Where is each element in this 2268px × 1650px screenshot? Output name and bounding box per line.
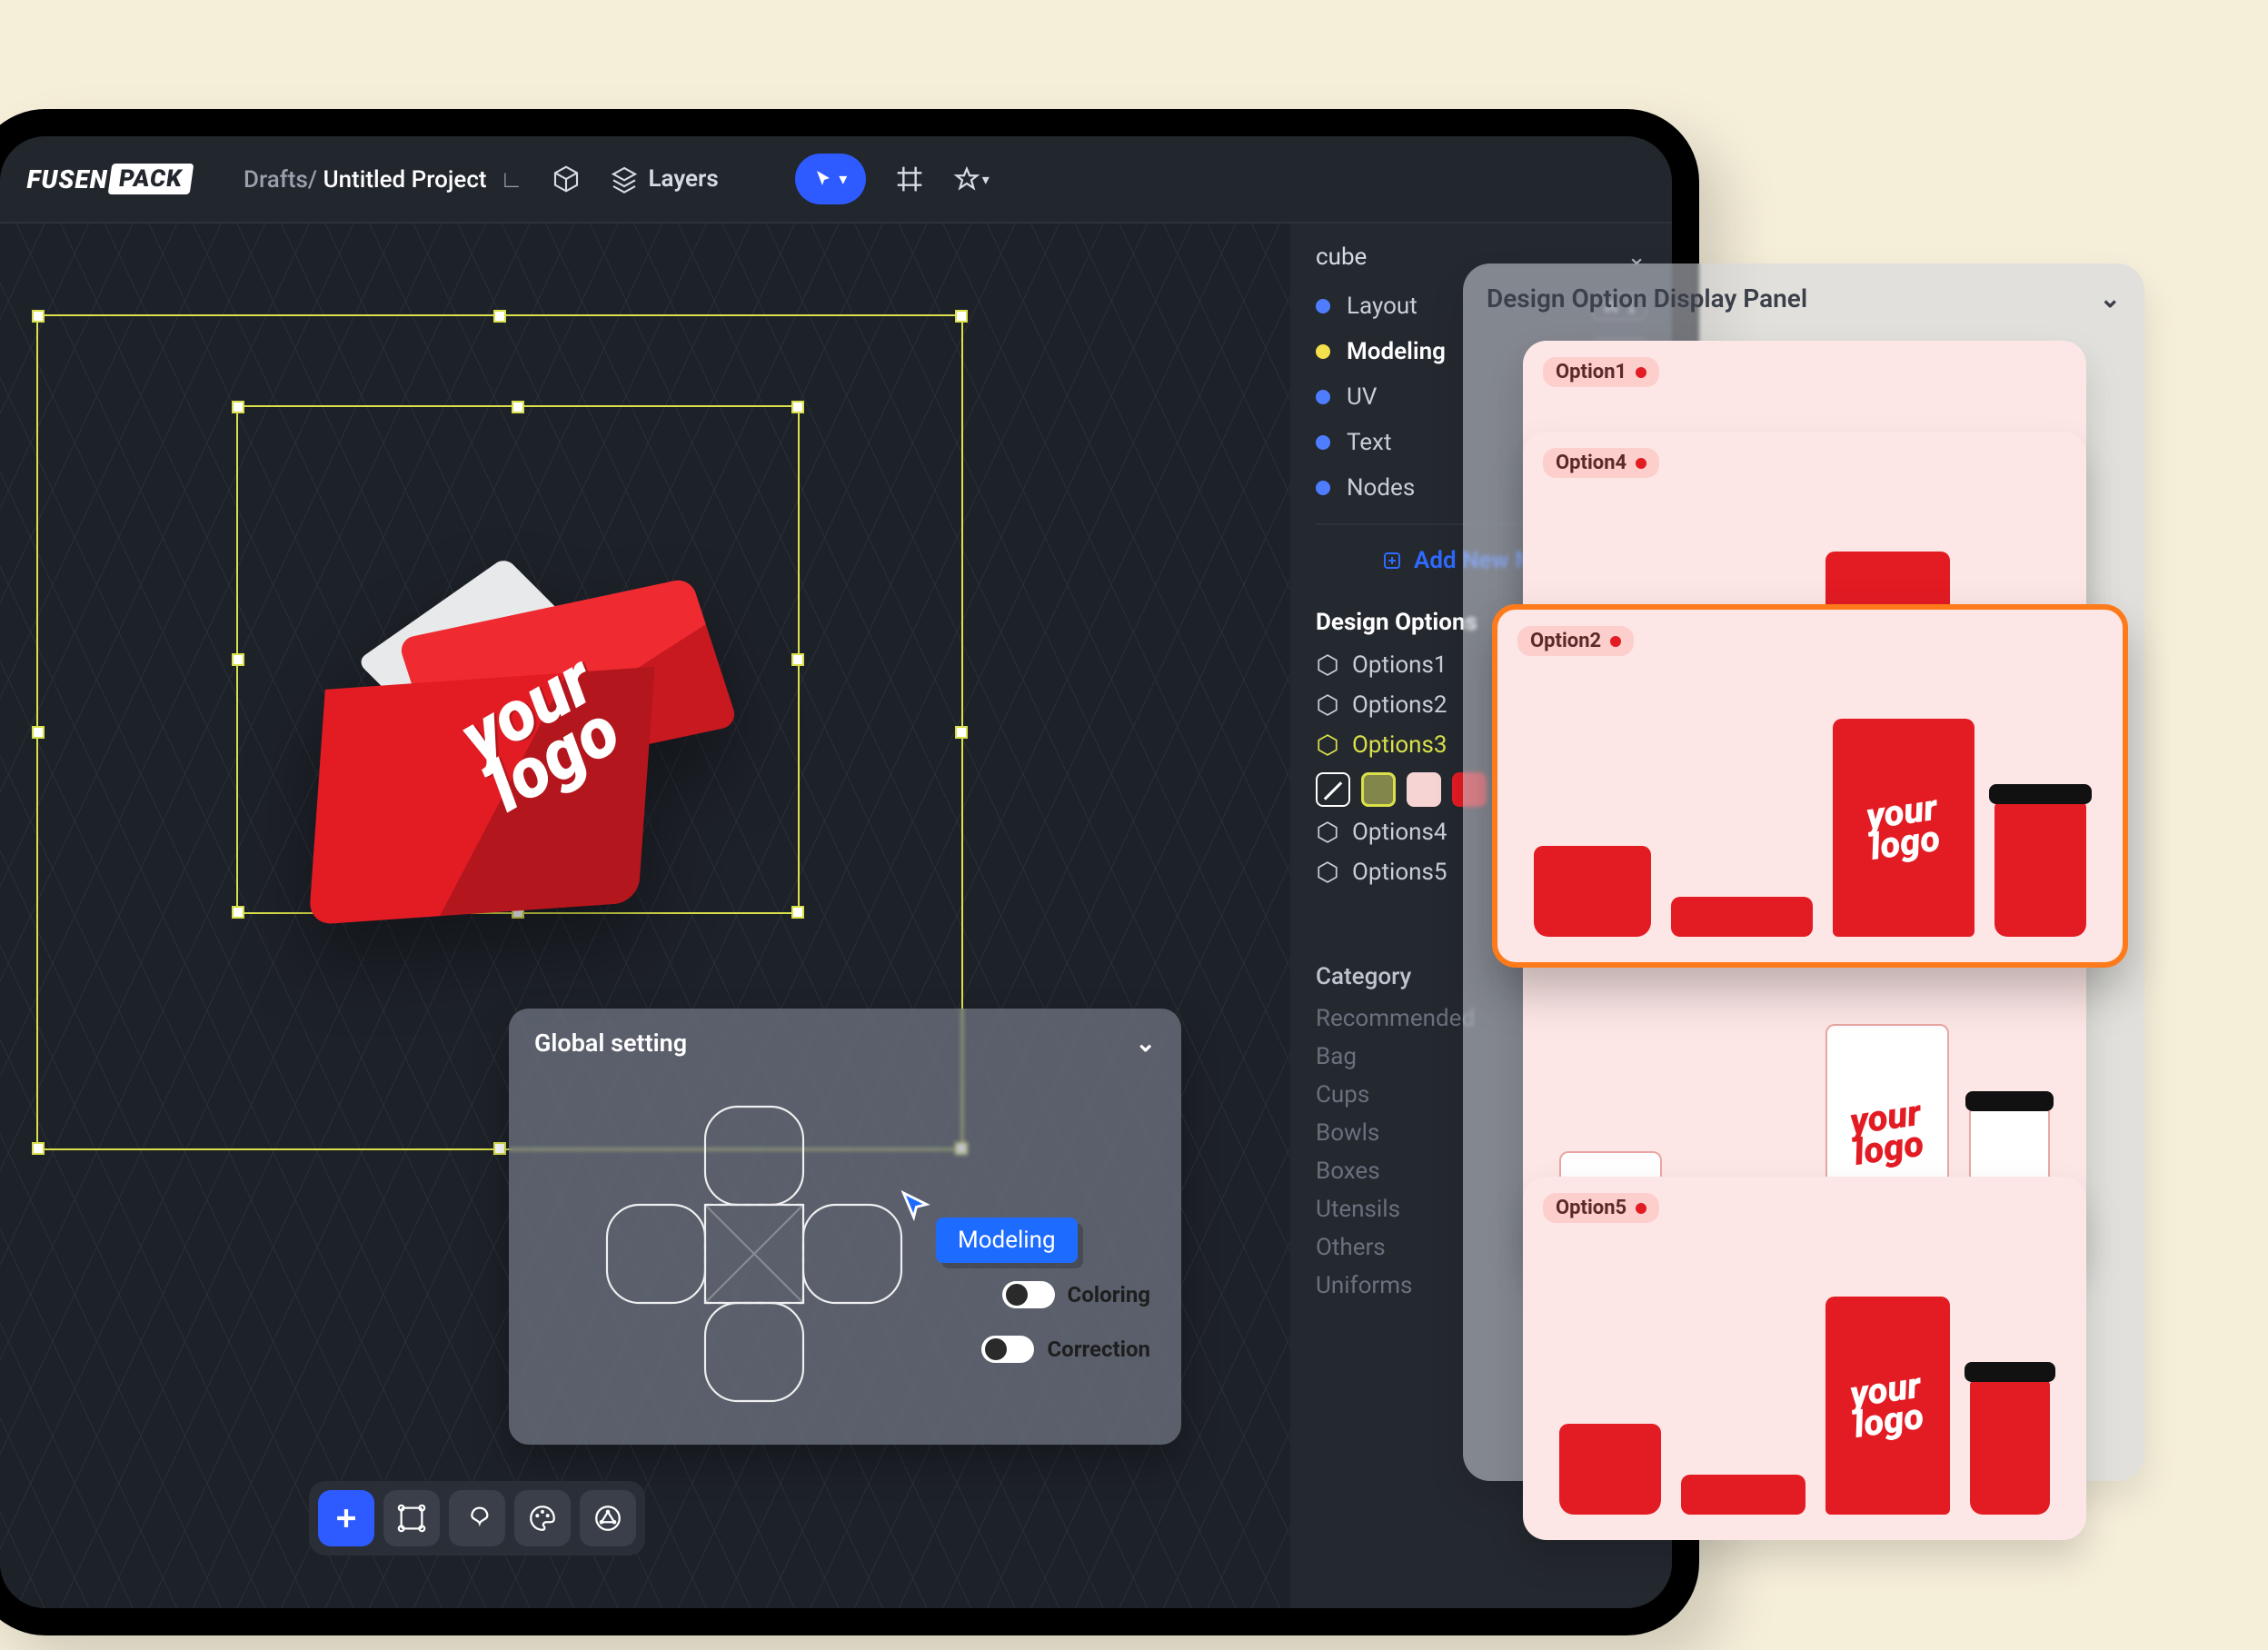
design-card-option2[interactable]: Option2 yourlogo: [1492, 604, 2128, 968]
layer-color-dot: [1316, 344, 1330, 359]
app-screen: FUSENPACK Drafts/ Untitled Project ∟ Lay…: [0, 136, 1672, 1608]
top-bar: FUSENPACK Drafts/ Untitled Project ∟ Lay…: [0, 136, 1672, 224]
swatch[interactable]: [1407, 772, 1441, 807]
card-tag: Option5: [1543, 1193, 1659, 1223]
chevron-down-icon[interactable]: ⌄: [2100, 283, 2121, 313]
unfold-diagram: [591, 1090, 918, 1417]
swatch[interactable]: [1361, 772, 1396, 807]
layers-label: Layers: [648, 165, 718, 193]
global-setting-panel[interactable]: Global setting ⌄ Modeling: [509, 1009, 1181, 1445]
add-tool-button[interactable]: [318, 1490, 374, 1546]
swatch[interactable]: [1316, 772, 1350, 807]
dop-title: Design Option Display Panel: [1487, 283, 1807, 313]
card-tag: Option4: [1543, 448, 1659, 478]
object-name[interactable]: cube: [1316, 244, 1367, 271]
cursor-tool-button[interactable]: ▾: [795, 154, 866, 204]
card-mock-content: yourlogo: [1559, 1297, 2050, 1515]
layers-button[interactable]: Layers: [610, 164, 718, 194]
breadcrumb-current: Untitled Project: [323, 166, 487, 194]
chevron-down-icon: ▾: [982, 171, 990, 188]
card-tag: Option2: [1517, 626, 1634, 656]
brush-tool-button[interactable]: [449, 1490, 505, 1546]
breadcrumb-root: Drafts/: [244, 166, 317, 194]
chevron-down-icon[interactable]: ⌄: [1135, 1029, 1156, 1058]
design-option-display-panel[interactable]: Design Option Display Panel ⌄ Option1 yo…: [1463, 263, 2144, 1481]
model-preview-box[interactable]: yourlogo: [291, 569, 745, 950]
app-logo: FUSENPACK: [0, 164, 218, 194]
breadcrumb[interactable]: Drafts/ Untitled Project ∟: [244, 165, 522, 194]
toggle-correction[interactable]: Correction: [981, 1336, 1150, 1363]
cursor-icon: [900, 1190, 930, 1221]
viewport-toolbar: [309, 1481, 645, 1556]
tooltip-modeling: Modeling: [936, 1218, 1078, 1263]
layer-color-dot: [1316, 481, 1330, 495]
rename-icon[interactable]: ∟: [500, 166, 522, 194]
shape-tool-button[interactable]: [383, 1490, 440, 1546]
tablet-frame: FUSENPACK Drafts/ Untitled Project ∟ Lay…: [0, 109, 1699, 1635]
chevron-down-icon: ▾: [839, 170, 847, 189]
node-tool-button[interactable]: [580, 1490, 636, 1546]
favorite-tool-icon[interactable]: ▾: [953, 161, 990, 197]
global-setting-title: Global setting: [534, 1029, 687, 1058]
layer-color-dot: [1316, 435, 1330, 450]
card-mock-content: yourlogo: [1534, 719, 2086, 937]
design-card-option5[interactable]: Option5 yourlogo: [1523, 1177, 2086, 1540]
cube-icon[interactable]: [548, 161, 584, 197]
layer-color-dot: [1316, 299, 1330, 313]
card-tag: Option1: [1543, 357, 1659, 387]
toggle-coloring[interactable]: Coloring: [1002, 1281, 1150, 1308]
frame-tool-icon[interactable]: [891, 161, 928, 197]
layer-color-dot: [1316, 390, 1330, 404]
palette-tool-button[interactable]: [514, 1490, 571, 1546]
